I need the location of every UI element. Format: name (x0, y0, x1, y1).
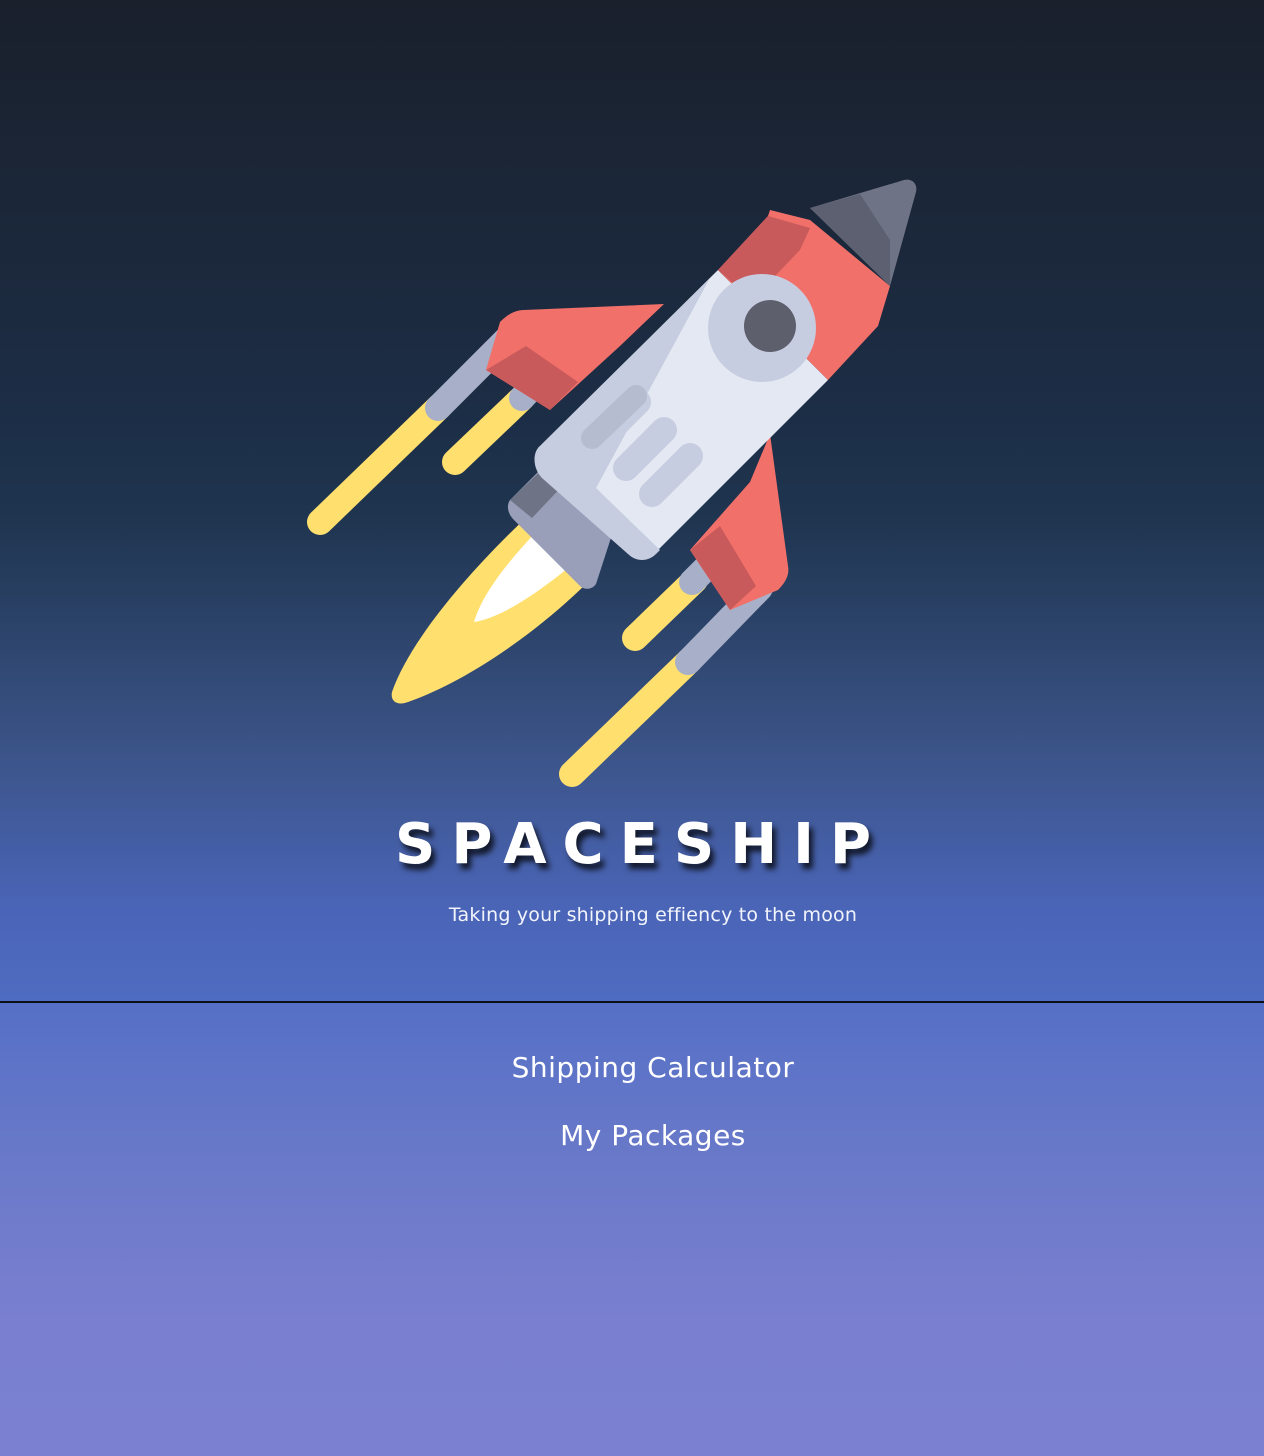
hero-section: SPACESHIP Taking your shipping effiency … (0, 0, 1264, 1002)
nav-link-shipping-calculator[interactable]: Shipping Calculator (512, 1048, 795, 1088)
rocket-icon (307, 179, 917, 787)
main-nav: Shipping Calculator My Packages (0, 1048, 1264, 1184)
brand-title: SPACESHIP (394, 812, 887, 877)
tagline: Taking your shipping effiency to the moo… (448, 904, 858, 926)
nav-link-my-packages[interactable]: My Packages (560, 1116, 746, 1156)
